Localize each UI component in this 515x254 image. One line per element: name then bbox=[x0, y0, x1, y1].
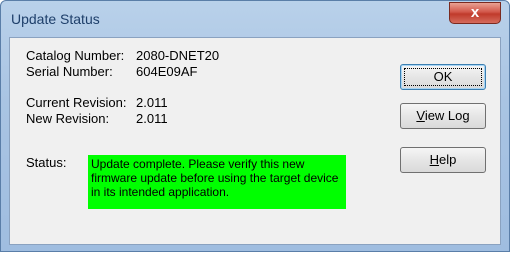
help-label-rest: elp bbox=[439, 152, 457, 167]
new-revision-label: New Revision: bbox=[26, 111, 110, 126]
view-log-button-label: View Log bbox=[416, 108, 469, 123]
help-button-label: Help bbox=[430, 152, 457, 167]
current-revision-value: 2.011 bbox=[136, 95, 168, 110]
new-revision-value: 2.011 bbox=[136, 111, 168, 126]
status-label: Status: bbox=[26, 155, 67, 170]
close-icon: x bbox=[470, 4, 480, 21]
serial-number-value: 604E09AF bbox=[136, 64, 198, 79]
view-log-mnemonic: V bbox=[416, 108, 425, 123]
ok-button[interactable]: OK bbox=[400, 64, 486, 90]
ok-button-label: OK bbox=[433, 69, 453, 84]
catalog-number-label: Catalog Number: bbox=[26, 48, 125, 63]
current-revision-label: Current Revision: bbox=[26, 95, 127, 110]
window-title: Update Status bbox=[11, 11, 100, 27]
serial-number-label: Serial Number: bbox=[26, 64, 113, 79]
help-mnemonic: H bbox=[429, 152, 440, 167]
view-log-label-rest: iew Log bbox=[424, 108, 470, 123]
help-button[interactable]: Help bbox=[400, 147, 486, 173]
view-log-button[interactable]: View Log bbox=[400, 103, 486, 129]
title-bar[interactable]: Update Status x bbox=[1, 1, 509, 37]
update-status-dialog: Update Status x Catalog Number: 2080-DNE… bbox=[0, 0, 510, 252]
status-message: Update complete. Please verify this new … bbox=[88, 155, 346, 209]
catalog-number-value: 2080-DNET20 bbox=[136, 48, 220, 63]
dialog-body: Catalog Number: 2080-DNET20 Serial Numbe… bbox=[9, 37, 501, 245]
close-button[interactable]: x bbox=[449, 2, 501, 24]
